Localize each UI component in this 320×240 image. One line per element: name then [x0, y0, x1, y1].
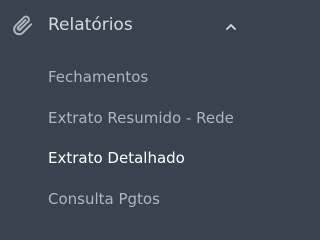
submenu-item-extrato-resumido-rede[interactable]: Extrato Resumido - Rede — [0, 101, 267, 135]
submenu-item-label: Extrato Resumido - Rede — [48, 109, 234, 127]
paperclip-icon — [11, 13, 35, 37]
section-header-relatorios[interactable]: Relatórios — [0, 0, 267, 50]
submenu-item-label: Fechamentos — [48, 68, 149, 86]
submenu-item-label: Extrato Detalhado — [48, 149, 185, 167]
submenu-item-extrato-detalhado[interactable]: Extrato Detalhado — [0, 141, 267, 175]
chevron-up-icon[interactable] — [224, 19, 238, 33]
submenu-item-fechamentos[interactable]: Fechamentos — [0, 60, 267, 94]
section-title: Relatórios — [48, 15, 133, 35]
sidebar: Relatórios Fechamentos Extrato Resumido … — [0, 0, 267, 226]
submenu-item-label: Consulta Pgtos — [48, 190, 160, 208]
submenu-item-consulta-pgtos[interactable]: Consulta Pgtos — [0, 182, 267, 216]
